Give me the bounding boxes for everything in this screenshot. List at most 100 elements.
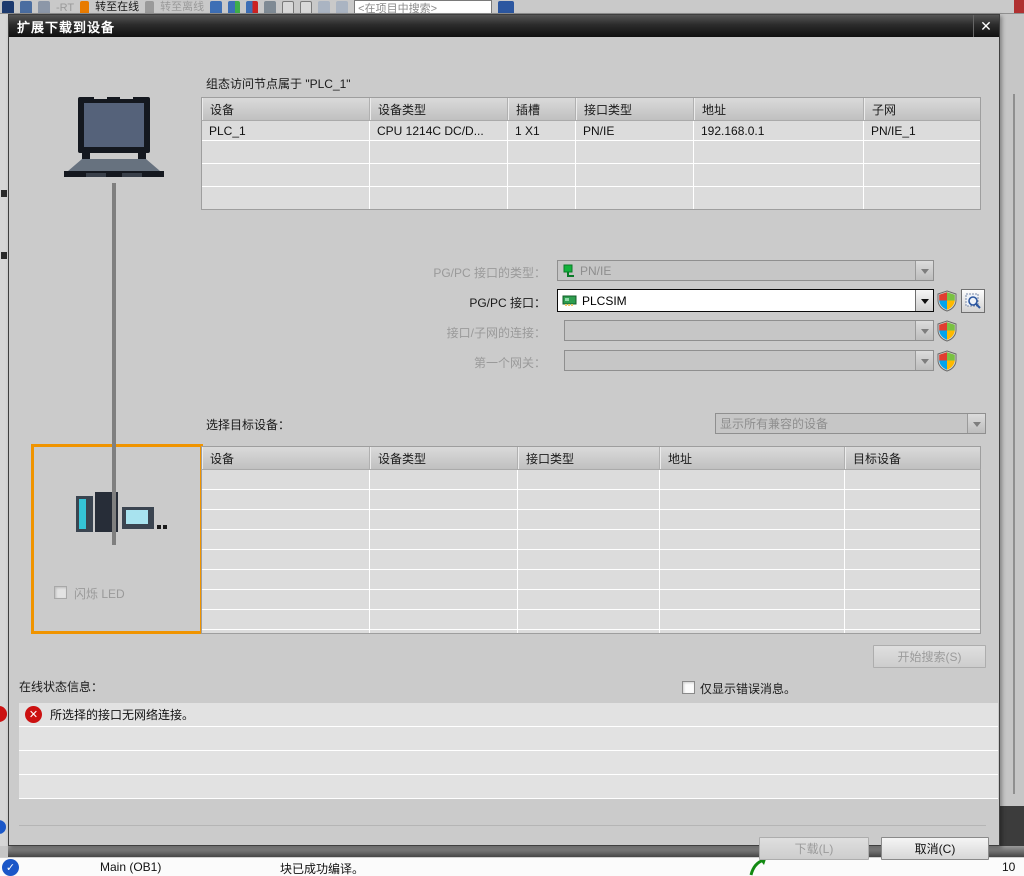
bottom-dark-band [8, 846, 1024, 857]
nodes-table-header: 设备 设备类型 插槽 接口类型 地址 子网 [201, 97, 981, 121]
col-header-device-type[interactable]: 设备类型 [370, 98, 508, 120]
dropdown-arrow [915, 261, 933, 280]
empty-cell [508, 141, 576, 209]
window-horizontal-icon[interactable] [300, 1, 312, 14]
rt-label: -RT [56, 2, 74, 14]
project-search-input[interactable] [354, 0, 492, 14]
cell-subnet: PN/IE_1 [864, 121, 980, 141]
dialog-title: 扩展下载到设备 [17, 17, 115, 36]
col-header-device[interactable]: 设备 [202, 98, 370, 120]
first-gateway-combo [564, 350, 934, 371]
nodes-table: 设备 设备类型 插槽 接口类型 地址 子网 PLC_1 CPU 1214C DC… [201, 97, 981, 210]
empty-cell [370, 141, 508, 209]
empty-cell [202, 141, 370, 209]
col-header-slot[interactable]: 插槽 [508, 98, 576, 120]
cell-device-type: CPU 1214C DC/D... [370, 121, 508, 141]
reset-layout-icon[interactable] [336, 1, 348, 14]
tree-icon-fragment [1, 252, 7, 259]
tree-icon-fragment [1, 190, 7, 197]
close-icon[interactable]: ✕ [973, 15, 999, 37]
pg-laptop-icon [56, 95, 171, 183]
only-errors-label[interactable]: 仅显示错误消息。 [700, 680, 796, 697]
start-simulation-icon[interactable] [228, 1, 240, 14]
col-header-address[interactable]: 地址 [694, 98, 864, 120]
col-header-interface-type[interactable]: 接口类型 [518, 447, 660, 469]
compile-result-row[interactable]: ✓ Main (OB1) 块已成功编译。 10 [0, 857, 1024, 876]
cell-device: PLC_1 [202, 121, 370, 141]
go-offline-icon[interactable] [145, 1, 154, 14]
error-icon-fragment [0, 706, 7, 722]
dropdown-arrow[interactable] [915, 290, 933, 311]
pgpc-interface-label: PG/PC 接口： [349, 294, 546, 311]
window-split-icon[interactable] [282, 1, 294, 14]
empty-cell [694, 141, 864, 209]
col-header-device[interactable]: 设备 [202, 447, 370, 469]
col-header-interface-type[interactable]: 接口类型 [576, 98, 694, 120]
device-filter-value: 显示所有兼容的设备 [720, 415, 828, 432]
success-check-icon: ✓ [2, 859, 19, 876]
pgpc-type-combo: PN/IE [557, 260, 934, 281]
library-icon[interactable] [318, 1, 330, 14]
background-right-strip: 时间 10 [1000, 14, 1024, 846]
security-shield-icon [936, 290, 958, 312]
online-status-label: 在线状态信息： [19, 678, 103, 695]
go-offline-label[interactable]: 转至离线 [160, 0, 204, 14]
col-header-address[interactable]: 地址 [660, 447, 845, 469]
empty-rows [201, 470, 981, 634]
security-shield-icon [936, 350, 958, 372]
go-online-status-icon [748, 858, 768, 876]
first-gateway-label: 第一个网关： [349, 354, 546, 371]
cell-slot: 1 X1 [508, 121, 576, 141]
titlebar-corner-icon [1014, 0, 1024, 13]
security-shield-icon [936, 320, 958, 342]
dropdown-arrow [915, 351, 933, 370]
cross-references-icon[interactable] [264, 1, 276, 14]
toolbar-extra-icon[interactable] [498, 1, 514, 14]
connection-line [112, 183, 116, 545]
copy-icon[interactable] [20, 1, 32, 14]
go-online-label[interactable]: 转至在线 [95, 0, 139, 14]
col-header-device-type[interactable]: 设备类型 [370, 447, 518, 469]
search-interface-button[interactable] [961, 289, 985, 313]
diagnostics-icon[interactable] [210, 1, 222, 14]
go-online-icon[interactable] [80, 1, 89, 14]
empty-cell [370, 470, 518, 633]
cancel-button[interactable]: 取消(C) [881, 837, 989, 860]
stop-simulation-icon[interactable] [246, 1, 258, 14]
download-button: 下载(L) [759, 837, 869, 860]
access-nodes-label: 组态访问节点属于 "PLC_1" [206, 75, 351, 92]
empty-cell [518, 470, 660, 633]
dropdown-arrow [967, 414, 985, 433]
save-project-icon[interactable] [2, 1, 14, 14]
status-empty-rows [19, 727, 998, 799]
status-error-message: 所选择的接口无网络连接。 [50, 706, 194, 723]
start-search-button: 开始搜索(S) [873, 645, 986, 668]
pane-dark-edge [1000, 806, 1024, 846]
cell-interface-type: PN/IE [576, 121, 694, 141]
empty-cell [202, 470, 370, 633]
error-icon: ✕ [25, 706, 42, 723]
col-header-subnet[interactable]: 子网 [864, 98, 980, 120]
empty-rows [201, 141, 981, 210]
target-device-highlight-box: 闪烁 LED [31, 444, 203, 634]
empty-cell [864, 141, 980, 209]
subnet-connection-combo [564, 320, 934, 341]
pnie-icon [562, 264, 576, 278]
empty-cell [845, 470, 980, 633]
table-row[interactable]: PLC_1 CPU 1214C DC/D... 1 X1 PN/IE 192.1… [201, 121, 981, 141]
target-table-header: 设备 设备类型 接口类型 地址 目标设备 [201, 446, 981, 470]
app-toolbar: -RT 转至在线 转至离线 [0, 0, 1024, 14]
col-header-target-device[interactable]: 目标设备 [845, 447, 980, 469]
device-filter-combo: 显示所有兼容的设备 [715, 413, 986, 434]
empty-cell [576, 141, 694, 209]
pgpc-interface-combo[interactable]: PLCSIM [557, 289, 934, 312]
pgpc-type-label: PG/PC 接口的类型： [349, 264, 546, 281]
pgpc-type-value: PN/IE [580, 264, 611, 278]
only-errors-checkbox[interactable] [682, 681, 695, 694]
footer-divider [19, 825, 986, 826]
select-target-label: 选择目标设备： [206, 416, 290, 433]
screen: -RT 转至在线 转至离线 时间 10 ✓ Main (OB1) 块已成功编译。 [0, 0, 1024, 876]
dialog-titlebar[interactable]: 扩展下载到设备 ✕ [9, 15, 999, 37]
empty-cell [660, 470, 845, 633]
print-icon[interactable] [38, 1, 50, 14]
